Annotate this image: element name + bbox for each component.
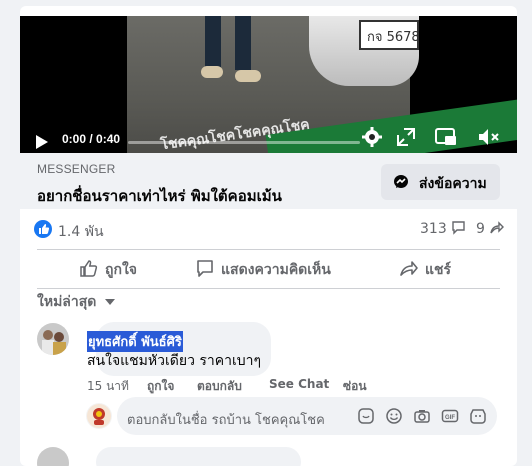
like-button[interactable]: ถูกใจ: [79, 258, 137, 281]
shoe: [201, 66, 223, 78]
like-count[interactable]: 1.4 พัน: [58, 221, 104, 243]
reply-placeholder: ตอบกลับในชื่อ รถบ้าน โชคคุณโชค: [127, 413, 325, 428]
comment-like-link[interactable]: ถูกใจ: [147, 377, 174, 396]
comment-sort-dropdown[interactable]: ใหม่ล่าสุด: [37, 291, 116, 313]
comment-hide-link[interactable]: ซ่อน: [343, 377, 367, 396]
person-leg: [235, 16, 251, 70]
next-comment-bubble: [96, 447, 301, 466]
avatar[interactable]: [37, 323, 69, 355]
play-icon[interactable]: [36, 135, 48, 149]
video-time: 0:00 / 0:40: [62, 132, 121, 146]
video-controls: 0:00 / 0:40: [20, 116, 517, 153]
comment-author[interactable]: ยุทธศักดิ์ พันธ์ศิริ: [87, 331, 183, 352]
svg-text:GIF: GIF: [445, 415, 455, 421]
messenger-icon: [394, 175, 408, 188]
comment-label: แสดงความคิดเห็น: [221, 262, 331, 278]
license-plate: กจ 5678: [359, 20, 419, 50]
comment-icon: [197, 260, 213, 277]
fullscreen-icon[interactable]: [395, 126, 417, 148]
share-label: แชร์: [425, 262, 452, 278]
camera-icon[interactable]: [413, 407, 431, 425]
emoji-icon[interactable]: [385, 407, 403, 425]
like-reaction-icon[interactable]: [34, 220, 52, 238]
reaction-stats: 1.4 พัน 313 9: [20, 209, 517, 243]
gif-icon[interactable]: GIF: [441, 407, 459, 425]
share-count[interactable]: 9: [476, 220, 505, 237]
comment-count[interactable]: 313: [420, 220, 466, 237]
sticker-icon[interactable]: [357, 407, 375, 425]
post-card: กจ 5678 โชคคุณโชคโชคคุณโชค 0:00 / 0:40 M…: [20, 6, 517, 466]
share-button[interactable]: แชร์: [399, 258, 451, 281]
share-icon: [400, 261, 418, 276]
like-icon: [80, 260, 98, 277]
action-bar: ถูกใจ แสดงความคิดเห็น แชร์: [37, 249, 500, 289]
see-chat-link[interactable]: See Chat: [269, 377, 329, 391]
comment-time[interactable]: 15 นาที: [87, 377, 129, 396]
comment-text: สนใจแชมหัวเดียว ราคาเบาๆ: [87, 353, 262, 369]
progress-bar[interactable]: [128, 141, 360, 144]
settings-icon[interactable]: [361, 126, 383, 148]
avatar-sticker-icon[interactable]: [469, 407, 487, 425]
person-leg: [205, 16, 221, 70]
share-count-value: 9: [476, 221, 485, 237]
sort-label: ใหม่ล่าสุด: [37, 294, 97, 310]
comment-button[interactable]: แสดงความคิดเห็น: [195, 258, 331, 281]
comment-reply-link[interactable]: ตอบกลับ: [197, 377, 242, 396]
like-label: ถูกใจ: [105, 262, 137, 278]
comment-small-icon: [452, 221, 465, 235]
link-headline[interactable]: อยากชื่อนราคาเท่าไหร่ พิมใต้คอมเม้น: [37, 184, 282, 208]
ad-link-header[interactable]: MESSENGER อยากชื่อนราคาเท่าไหร่ พิมใต้คอ…: [20, 153, 517, 209]
send-message-label: ส่งข้อความ: [419, 176, 487, 192]
pip-icon[interactable]: [434, 126, 458, 148]
shoe: [235, 70, 261, 82]
comment-count-value: 313: [420, 221, 447, 237]
mute-icon[interactable]: [477, 126, 501, 148]
video-player[interactable]: กจ 5678 โชคคุณโชคโชคคุณโชค 0:00 / 0:40: [20, 16, 517, 153]
send-message-button[interactable]: ส่งข้อความ: [381, 164, 500, 200]
share-small-icon: [490, 221, 505, 234]
page-avatar[interactable]: [86, 403, 112, 429]
reply-input[interactable]: ตอบกลับในชื่อ รถบ้าน โชคคุณโชค GIF: [117, 397, 497, 435]
next-comment-avatar[interactable]: [37, 447, 69, 466]
chevron-down-icon: [105, 299, 116, 305]
link-source: MESSENGER: [37, 162, 116, 176]
